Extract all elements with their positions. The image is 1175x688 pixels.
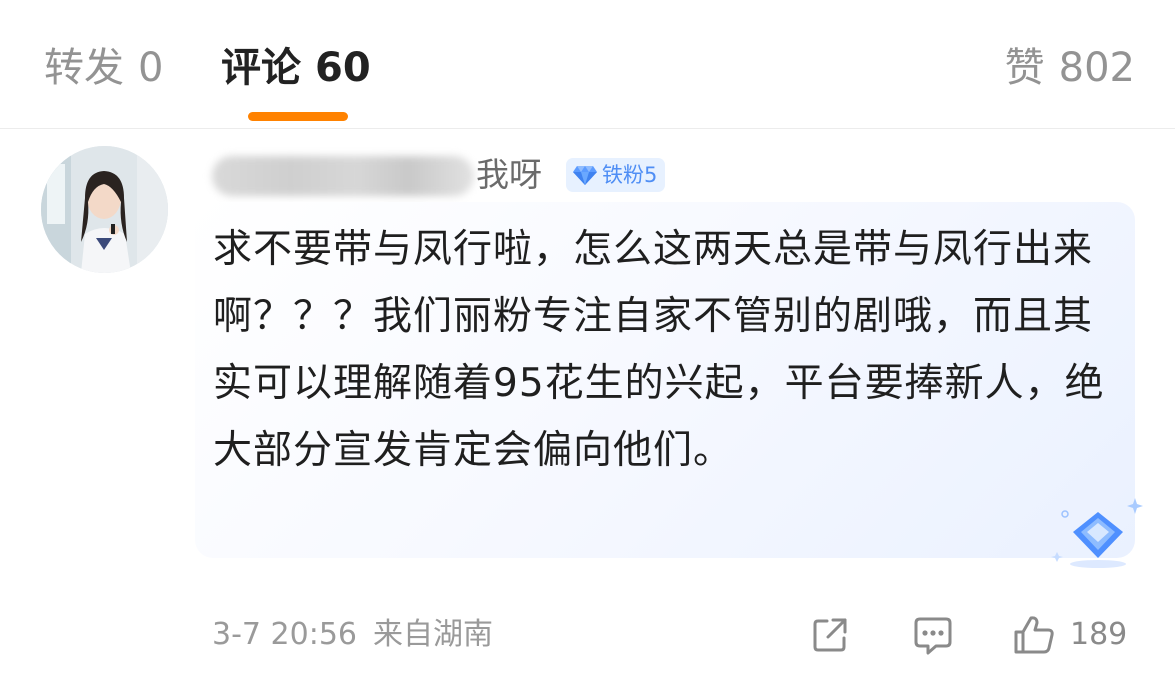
tab-bar: 转发 0 评论 60 赞 802 <box>0 0 1175 129</box>
reply-icon <box>914 617 952 655</box>
tab-comments-label: 评论 <box>221 45 301 91</box>
diamond-icon <box>573 166 597 185</box>
tab-likes-label: 赞 <box>1004 45 1045 91</box>
comment-bubble[interactable]: 求不要带与凤行啦，怎么这两天总是带与凤行出来啊？？？我们丽粉专注自家不管别的剧哦… <box>195 202 1143 568</box>
username-blurred <box>212 156 474 196</box>
avatar[interactable] <box>41 146 168 273</box>
diamond-decoration-icon <box>1051 498 1143 568</box>
comment-location: 来自湖南 <box>373 617 493 652</box>
comment-page: 转发 0 评论 60 赞 802 我呀 铁粉5 求不要带与凤行啦，怎么这两天总是… <box>0 0 1175 688</box>
tab-repost-label: 转发 <box>44 45 124 91</box>
share-icon <box>813 618 847 652</box>
tab-likes[interactable]: 赞 802 <box>1005 40 1135 96</box>
fan-badge[interactable]: 铁粉5 <box>566 158 666 192</box>
fan-badge-label: 铁粉5 <box>602 163 658 187</box>
tab-repost-count: 0 <box>138 45 164 91</box>
reply-button[interactable] <box>912 612 954 658</box>
tab-comments-count: 60 <box>315 45 371 91</box>
comment-timestamp: 3-7 20:56 <box>212 617 357 652</box>
username-row: 我呀 铁粉5 <box>212 150 732 200</box>
tab-likes-count: 802 <box>1058 45 1135 91</box>
comment-meta: 3-7 20:56 来自湖南 <box>212 612 493 658</box>
like-button[interactable]: 189 <box>1012 612 1127 658</box>
tab-repost[interactable]: 转发 0 <box>44 40 163 96</box>
username[interactable]: 我呀 <box>476 150 542 200</box>
comment-text: 求不要带与凤行啦，怎么这两天总是带与凤行出来啊？？？我们丽粉专注自家不管别的剧哦… <box>213 227 1105 473</box>
thumbs-up-icon <box>1014 616 1054 654</box>
share-button[interactable] <box>810 612 850 658</box>
active-tab-indicator <box>248 112 348 121</box>
tab-comments[interactable]: 评论 60 <box>221 40 371 96</box>
like-count: 189 <box>1070 617 1128 652</box>
